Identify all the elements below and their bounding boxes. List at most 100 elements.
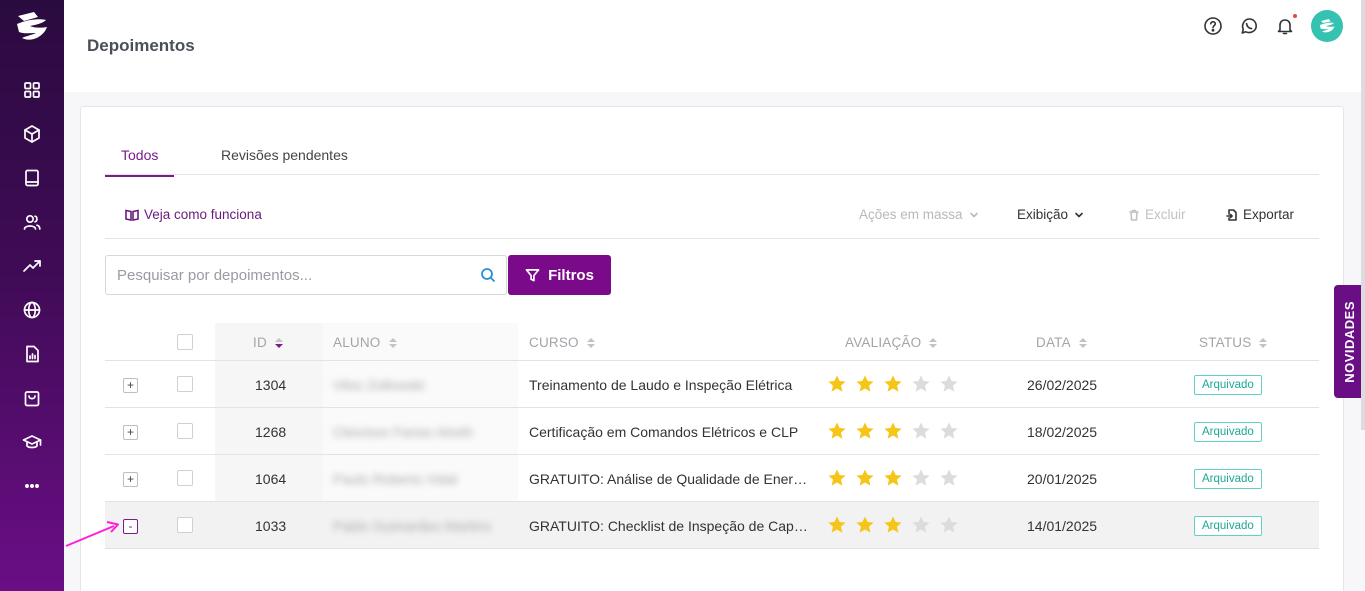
collapse-row-button[interactable]: - [123,519,138,534]
sidebar-item-sales[interactable] [0,244,64,288]
table-row[interactable]: - 1033 Pablo Guimarães Martins GRATUITO: Ch… [105,502,1319,549]
star-filled-icon [884,375,902,392]
star-filled-icon [828,469,846,486]
dashboard-grid-icon [24,82,40,98]
users-icon [23,214,41,230]
sidebar-item-users[interactable] [0,200,64,244]
star-filled-icon [884,422,902,439]
table-row[interactable]: +1268 Cleivison Farias Atreth Certificação… [105,408,1319,455]
avatar[interactable] [1311,10,1343,42]
cell-curso: GRATUITO: Análise de Qualidade de Energ.… [529,471,811,487]
tab-todos[interactable]: Todos [105,147,175,177]
col-avaliacao[interactable]: AVALIAÇÃO [845,335,938,350]
page-title: Depoimentos [87,36,195,55]
row-checkbox[interactable] [177,376,193,392]
expand-row-button[interactable]: + [123,472,138,487]
delete-label: Excluir [1145,207,1186,222]
cell-aluno: Paulo Roberto Vidal [333,471,458,487]
sidebar-item-courses[interactable] [0,156,64,200]
view-button[interactable]: Exibição [1017,207,1085,222]
open-book-icon [125,209,139,221]
shopping-bag-icon [24,391,40,407]
whatsapp-button[interactable] [1239,16,1259,36]
book-icon [25,169,39,187]
table-row[interactable]: +1304 Vilso Zollowski Treinamento de Laudo… [105,361,1319,408]
notifications-button[interactable] [1275,14,1297,36]
col-aluno[interactable]: ALUNO [333,335,397,350]
star-empty-icon [912,375,930,392]
top-header: Depoimentos [64,0,1365,92]
sort-icon [1078,337,1087,348]
star-empty-icon [912,422,930,439]
view-label: Exibição [1017,207,1069,222]
notification-dot [1293,14,1297,18]
delete-button[interactable]: Excluir [1128,207,1186,222]
export-file-icon [1226,208,1237,221]
more-icon [25,484,39,488]
cell-data: 14/01/2025 [1027,518,1098,534]
cell-id: 1268 [255,424,287,440]
table-row[interactable]: +1064 Paulo Roberto Vidal GRATUITO: Anális… [105,455,1319,502]
graduation-cap-icon [22,435,42,449]
col-id[interactable]: ID [253,335,283,350]
row-checkbox[interactable] [177,423,193,439]
testimonials-card: Todos Revisões pendentes Veja como funci… [80,106,1344,591]
sidebar-item-site[interactable] [0,288,64,332]
cell-id: 1033 [255,518,287,534]
sidebar-item-more[interactable] [0,464,64,508]
rating-stars [827,515,959,535]
col-status-label: STATUS [1199,335,1252,350]
how-it-works-link[interactable]: Veja como funciona [125,207,262,222]
star-empty-icon [912,516,930,533]
rating-stars [827,374,959,394]
mass-actions-button[interactable]: Ações em massa [859,207,980,222]
trash-icon [1129,209,1139,221]
sidebar-item-products[interactable] [0,112,64,156]
status-badge: Arquivado [1194,469,1262,489]
row-checkbox[interactable] [177,517,193,533]
sidebar-item-store[interactable] [0,376,64,420]
sidebar-item-dashboard[interactable] [0,68,64,112]
sort-icon [274,337,283,348]
filters-button[interactable]: Filtros [508,255,611,295]
status-badge: Arquivado [1194,516,1262,536]
rating-stars [827,421,959,441]
cell-data: 20/01/2025 [1027,471,1098,487]
star-empty-icon [940,516,958,533]
cell-data: 18/02/2025 [1027,424,1098,440]
star-filled-icon [828,375,846,392]
toolbar: Veja como funciona Ações em massa Exibiç… [105,193,1319,239]
page-scrollbar[interactable] [1361,0,1365,430]
star-filled-icon [856,469,874,486]
sort-icon [586,337,595,348]
star-filled-icon [884,469,902,486]
status-badge: Arquivado [1194,422,1262,442]
select-all-checkbox[interactable] [177,334,193,350]
cell-id: 1064 [255,471,287,487]
tabs: Todos Revisões pendentes [105,137,1319,177]
col-curso[interactable]: CURSO [529,335,595,350]
sort-icon [388,337,397,348]
tab-revisoes-pendentes[interactable]: Revisões pendentes [221,147,348,175]
sidebar-item-academy[interactable] [0,420,64,464]
app-logo-icon[interactable] [10,6,54,50]
sort-icon [929,337,938,348]
sidebar-item-reports[interactable] [0,332,64,376]
search-input[interactable] [106,256,468,294]
filters-label: Filtros [548,266,594,284]
cell-curso: Treinamento de Laudo e Inspeção Elétrica [529,377,793,393]
col-status[interactable]: STATUS [1199,335,1268,350]
sidebar [0,0,64,591]
how-it-works-label: Veja como funciona [144,207,262,222]
chevron-down-icon [1075,212,1083,217]
expand-row-button[interactable]: + [123,378,138,393]
export-button[interactable]: Exportar [1226,207,1294,222]
star-empty-icon [940,422,958,439]
help-button[interactable] [1203,16,1223,36]
col-avaliacao-label: AVALIAÇÃO [845,335,922,350]
table-body: +1304 Vilso Zollowski Treinamento de Laudo… [105,361,1319,549]
row-checkbox[interactable] [177,470,193,486]
expand-row-button[interactable]: + [123,425,138,440]
col-data[interactable]: DATA [1036,335,1087,350]
search-icon[interactable] [480,267,496,283]
